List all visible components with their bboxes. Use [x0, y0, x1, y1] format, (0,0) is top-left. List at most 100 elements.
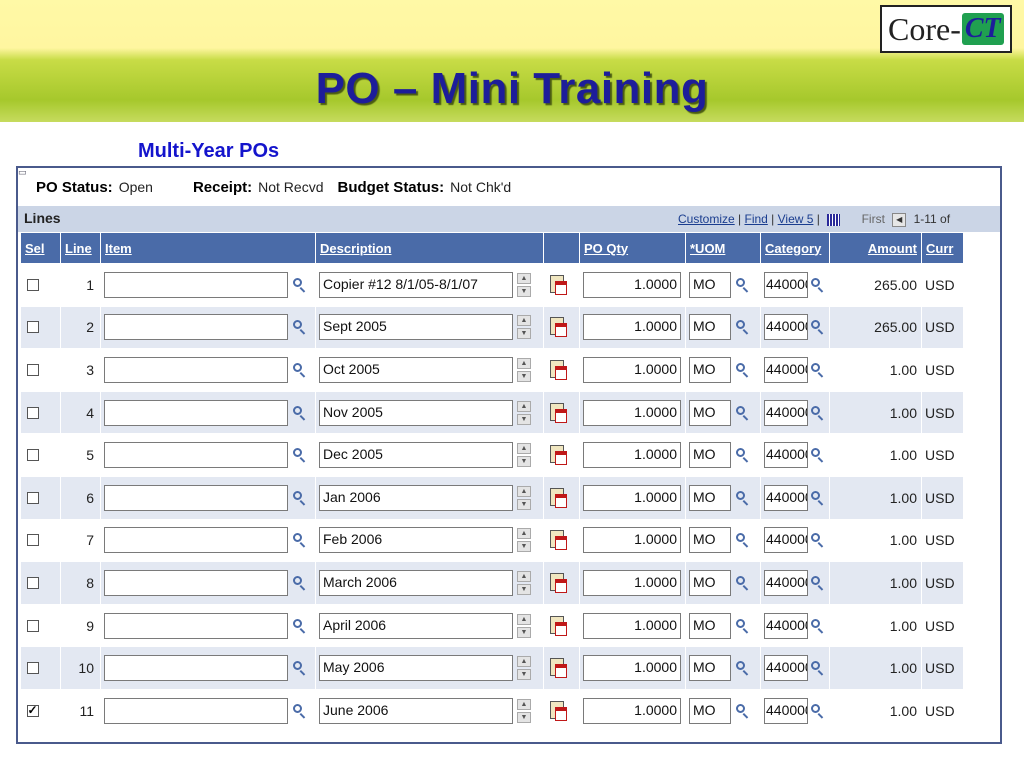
description-spinner[interactable]: ▲ ▼	[517, 485, 531, 510]
schedule-doc-icon[interactable]	[548, 615, 567, 636]
po-qty-input[interactable]: 1.0000	[583, 569, 681, 596]
category-lookup-icon[interactable]	[810, 703, 826, 719]
description-spinner[interactable]: ▲ ▼	[517, 272, 531, 297]
category-lookup-icon[interactable]	[810, 490, 826, 506]
uom-lookup-icon[interactable]	[735, 532, 751, 548]
description-spinner[interactable]: ▲ ▼	[517, 443, 531, 468]
item-input[interactable]	[104, 356, 288, 383]
description-input[interactable]: Jan 2006	[319, 484, 513, 511]
item-input[interactable]	[104, 442, 288, 469]
schedule-doc-icon[interactable]	[548, 487, 567, 508]
po-qty-input[interactable]: 1.0000	[583, 697, 681, 724]
col-header-uom[interactable]: *UOM	[685, 232, 761, 264]
item-input[interactable]	[104, 697, 288, 724]
category-lookup-icon[interactable]	[810, 447, 826, 463]
find-link[interactable]: Find	[744, 212, 767, 226]
description-spinner[interactable]: ▲ ▼	[517, 656, 531, 681]
description-input[interactable]: Oct 2005	[319, 356, 513, 383]
spin-down-icon[interactable]: ▼	[517, 711, 531, 723]
select-checkbox[interactable]	[26, 491, 39, 504]
description-spinner[interactable]: ▲ ▼	[517, 400, 531, 425]
po-qty-input[interactable]: 1.0000	[583, 484, 681, 511]
spin-up-icon[interactable]: ▲	[517, 570, 531, 582]
spin-down-icon[interactable]: ▼	[517, 285, 531, 297]
col-header-item[interactable]: Item	[100, 232, 316, 264]
uom-input[interactable]: MO	[689, 271, 731, 298]
uom-input[interactable]: MO	[689, 569, 731, 596]
item-lookup-icon[interactable]	[292, 618, 308, 634]
category-input[interactable]: 440000	[764, 356, 808, 383]
po-qty-input[interactable]: 1.0000	[583, 527, 681, 554]
description-spinner[interactable]: ▲ ▼	[517, 528, 531, 553]
spin-up-icon[interactable]: ▲	[517, 656, 531, 668]
spin-up-icon[interactable]: ▲	[517, 528, 531, 540]
uom-lookup-icon[interactable]	[735, 277, 751, 293]
uom-lookup-icon[interactable]	[735, 703, 751, 719]
select-checkbox[interactable]	[26, 662, 39, 675]
spin-down-icon[interactable]: ▼	[517, 413, 531, 425]
item-input[interactable]	[104, 484, 288, 511]
uom-lookup-icon[interactable]	[735, 362, 751, 378]
schedule-doc-icon[interactable]	[548, 658, 567, 679]
schedule-doc-icon[interactable]	[548, 359, 567, 380]
description-spinner[interactable]: ▲ ▼	[517, 315, 531, 340]
download-grid-icon[interactable]	[827, 213, 841, 226]
item-input[interactable]	[104, 569, 288, 596]
description-input[interactable]: Nov 2005	[319, 399, 513, 426]
col-header-amount[interactable]: Amount	[829, 232, 922, 264]
spin-up-icon[interactable]: ▲	[517, 443, 531, 455]
uom-input[interactable]: MO	[689, 442, 731, 469]
spin-down-icon[interactable]: ▼	[517, 541, 531, 553]
category-lookup-icon[interactable]	[810, 277, 826, 293]
uom-input[interactable]: MO	[689, 697, 731, 724]
category-input[interactable]: 440000	[764, 697, 808, 724]
category-lookup-icon[interactable]	[810, 319, 826, 335]
po-qty-input[interactable]: 1.0000	[583, 442, 681, 469]
po-qty-input[interactable]: 1.0000	[583, 271, 681, 298]
item-lookup-icon[interactable]	[292, 532, 308, 548]
schedule-doc-icon[interactable]	[548, 700, 567, 721]
spin-down-icon[interactable]: ▼	[517, 583, 531, 595]
item-lookup-icon[interactable]	[292, 277, 308, 293]
select-checkbox[interactable]	[26, 363, 39, 376]
spin-up-icon[interactable]: ▲	[517, 698, 531, 710]
po-qty-input[interactable]: 1.0000	[583, 314, 681, 341]
spin-down-icon[interactable]: ▼	[517, 456, 531, 468]
uom-lookup-icon[interactable]	[735, 618, 751, 634]
uom-lookup-icon[interactable]	[735, 447, 751, 463]
description-input[interactable]: May 2006	[319, 655, 513, 682]
uom-input[interactable]: MO	[689, 314, 731, 341]
uom-input[interactable]: MO	[689, 527, 731, 554]
schedule-doc-icon[interactable]	[548, 317, 567, 338]
category-input[interactable]: 440000	[764, 569, 808, 596]
item-lookup-icon[interactable]	[292, 660, 308, 676]
description-input[interactable]: Dec 2005	[319, 442, 513, 469]
item-lookup-icon[interactable]	[292, 490, 308, 506]
description-input[interactable]: Copier #12 8/1/05-8/1/07	[319, 271, 513, 298]
previous-page-icon[interactable]: ◀	[892, 212, 907, 227]
spin-down-icon[interactable]: ▼	[517, 626, 531, 638]
description-spinner[interactable]: ▲ ▼	[517, 357, 531, 382]
category-input[interactable]: 440000	[764, 612, 808, 639]
category-input[interactable]: 440000	[764, 527, 808, 554]
category-lookup-icon[interactable]	[810, 618, 826, 634]
select-checkbox[interactable]	[26, 449, 39, 462]
spin-down-icon[interactable]: ▼	[517, 498, 531, 510]
category-input[interactable]: 440000	[764, 655, 808, 682]
item-input[interactable]	[104, 612, 288, 639]
description-input[interactable]: April 2006	[319, 612, 513, 639]
item-input[interactable]	[104, 314, 288, 341]
col-header-line[interactable]: Line	[60, 232, 101, 264]
col-header-category[interactable]: Category	[760, 232, 830, 264]
uom-lookup-icon[interactable]	[735, 490, 751, 506]
category-lookup-icon[interactable]	[810, 405, 826, 421]
select-checkbox[interactable]	[26, 576, 39, 589]
description-spinner[interactable]: ▲ ▼	[517, 613, 531, 638]
item-lookup-icon[interactable]	[292, 575, 308, 591]
description-spinner[interactable]: ▲ ▼	[517, 698, 531, 723]
spin-up-icon[interactable]: ▲	[517, 357, 531, 369]
po-qty-input[interactable]: 1.0000	[583, 612, 681, 639]
spin-up-icon[interactable]: ▲	[517, 485, 531, 497]
schedule-doc-icon[interactable]	[548, 445, 567, 466]
col-header-po-qty[interactable]: PO Qty	[579, 232, 686, 264]
